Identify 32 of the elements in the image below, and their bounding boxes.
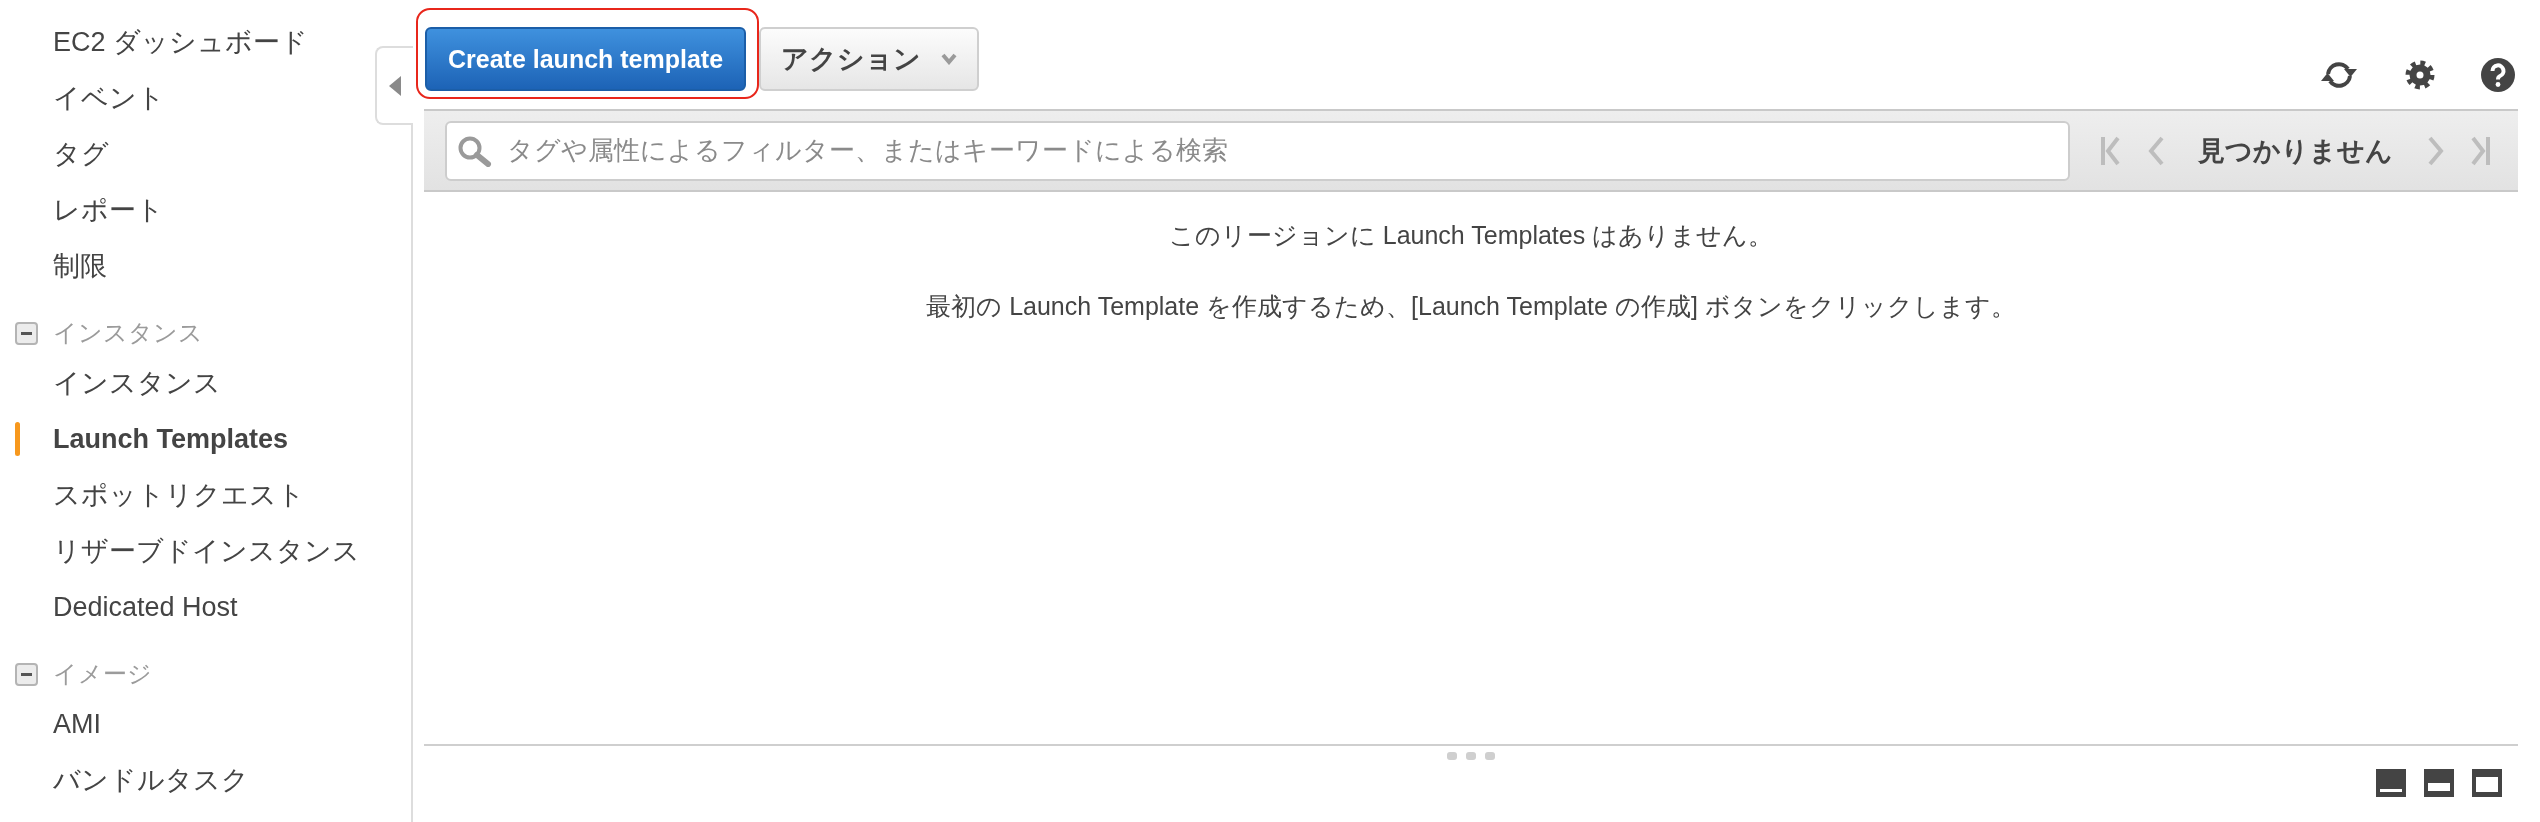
sidebar-item[interactable]: Launch Templates — [0, 411, 375, 467]
triangle-left-icon — [389, 75, 401, 96]
sidebar-item[interactable]: タグ — [0, 126, 375, 182]
sidebar-item[interactable]: リザーブドインスタンス — [0, 523, 375, 579]
settings-icon[interactable] — [2405, 60, 2435, 90]
empty-state-message: 最初の Launch Template を作成するため、[Launch Template の作成] ボタンをクリックします。 — [926, 291, 2016, 321]
pane-layout-icon[interactable] — [2472, 769, 2502, 797]
sidebar-item[interactable]: レポート — [0, 182, 375, 238]
selection-bar-icon — [15, 422, 20, 456]
sidebar-item[interactable]: Dedicated Host — [0, 579, 375, 635]
sidebar-item[interactable]: EC2 ダッシュボード — [0, 14, 375, 70]
chevron-down-icon — [941, 53, 958, 65]
sidebar-item[interactable]: AMI — [0, 696, 375, 752]
search-icon — [457, 134, 492, 167]
pane-layout-icon[interactable] — [2376, 769, 2406, 797]
minus-box-icon[interactable] — [15, 662, 38, 686]
sidebar-item[interactable]: インスタンス — [0, 355, 375, 411]
sidebar-collapse-tab[interactable] — [375, 46, 413, 125]
refresh-icon[interactable] — [2319, 59, 2359, 91]
actions-dropdown[interactable]: アクション — [759, 27, 980, 91]
sidebar-item[interactable]: イベント — [0, 70, 375, 126]
sidebar-item[interactable]: バンドルタスク — [0, 752, 375, 808]
minus-box-icon[interactable] — [15, 321, 38, 345]
sidebar-item[interactable]: スポットリクエスト — [0, 467, 375, 523]
pane-layout-icon[interactable] — [2424, 769, 2454, 797]
resize-grip-icon[interactable] — [1447, 752, 1495, 760]
empty-state-message: このリージョンに Launch Templates はありません。 — [1168, 220, 1774, 250]
help-icon[interactable] — [2481, 58, 2515, 92]
pager-status: 見つかりません — [2198, 134, 2393, 168]
search-field[interactable]: タグや属性によるフィルター、またはキーワードによる検索 — [445, 120, 2070, 181]
create-launch-template-button[interactable]: Create launch template — [425, 27, 747, 91]
sidebar-item[interactable]: 制限 — [0, 238, 375, 294]
